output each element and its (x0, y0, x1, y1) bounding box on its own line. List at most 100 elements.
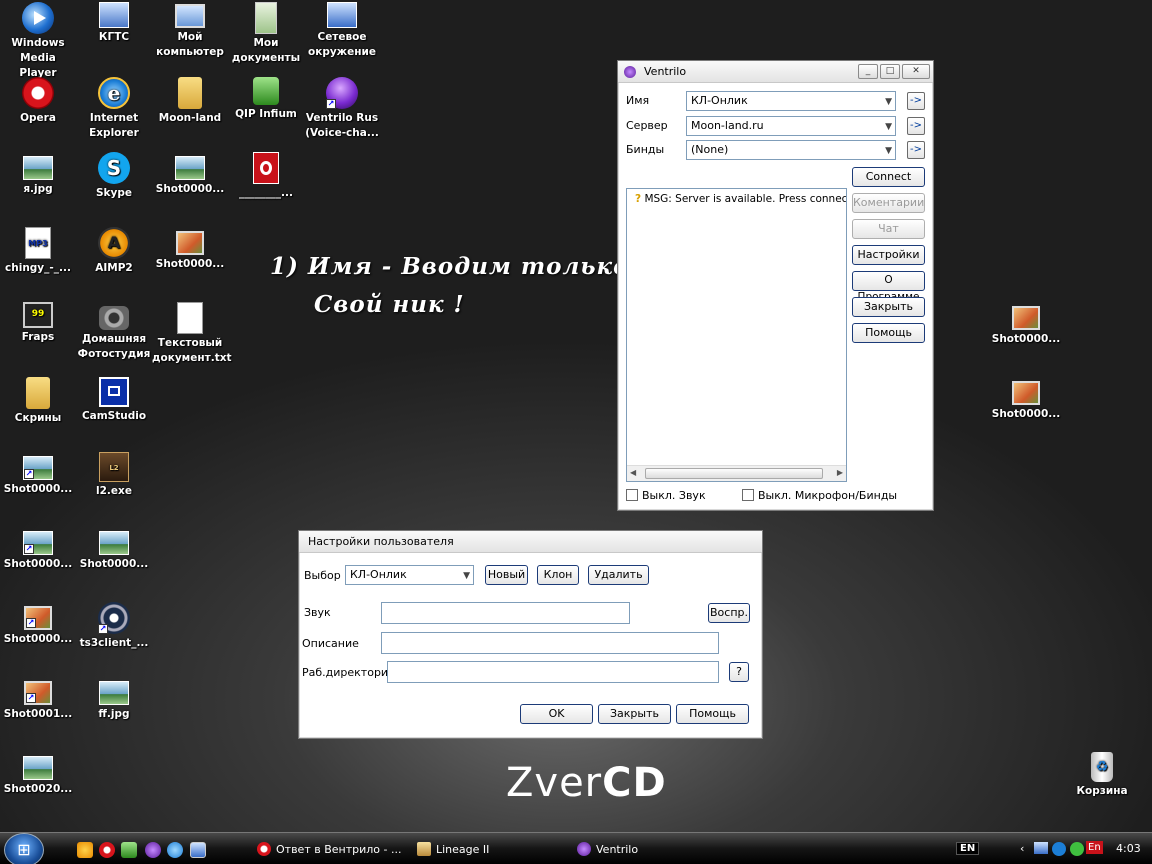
ok-button[interactable]: OK (520, 704, 593, 724)
icon-label: Shot0000... (155, 258, 225, 270)
desktop-icon-network-places[interactable]: Сетевое окружение (304, 2, 380, 60)
browse-button[interactable]: ? (729, 662, 749, 682)
dialog-close-button[interactable]: Закрыть (598, 704, 671, 724)
close-button[interactable]: Закрыть (852, 297, 925, 317)
desktop-icon-camstudio[interactable]: CamStudio (76, 377, 152, 424)
minimize-button[interactable]: _ (858, 64, 878, 79)
desktop-icon-shot-3[interactable]: ↗ Shot0000... (0, 602, 76, 647)
desktop-icon-moon-land[interactable]: Moon-land (152, 77, 228, 126)
desktop-icon-opera[interactable]: Opera (0, 77, 76, 126)
desktop-icon-shot-4[interactable]: ↗ Shot0001... (0, 677, 76, 722)
task-ventrilo[interactable]: Ventrilo (574, 837, 732, 863)
aimp-quicklaunch-icon[interactable] (77, 842, 93, 858)
show-desktop-icon[interactable] (190, 842, 206, 858)
desktop-icon-media-player[interactable]: Windows Media Player (0, 2, 76, 81)
ventrilo-titlebar[interactable]: Ventrilo _ □ ✕ (618, 61, 933, 83)
delete-profile-button[interactable]: Удалить (588, 565, 649, 585)
desktop-icon-chingy[interactable]: MP3 chingy_-_... (0, 227, 76, 276)
desktop-icon-ts3client[interactable]: ↗ ts3client_... (76, 602, 152, 651)
mute-sound-option[interactable]: Выкл. Звук (626, 489, 706, 502)
name-arrow-button[interactable]: -> (907, 92, 925, 110)
ie-quicklaunch-icon[interactable] (167, 842, 183, 858)
desktop-icon-qip[interactable]: QIP Infium (228, 77, 304, 122)
profile-combo[interactable]: КЛ-Онлик ▼ (345, 565, 474, 585)
play-sound-button[interactable]: Воспр. (708, 603, 750, 623)
desktop-icon-shot-right-2[interactable]: Shot0000... (988, 377, 1064, 422)
dialog-titlebar[interactable]: Настройки пользователя (299, 531, 762, 553)
desktop-icon-shot-right-1[interactable]: Shot0000... (988, 302, 1064, 347)
opera-file-icon (253, 152, 279, 184)
chevron-down-icon: ▼ (885, 146, 892, 156)
desktop-icon-fraps[interactable]: 99 Fraps (0, 302, 76, 345)
desktop-icon-internet-explorer[interactable]: e Internet Explorer (76, 77, 152, 141)
new-profile-button[interactable]: Новый (485, 565, 528, 585)
camstudio-icon (99, 377, 129, 407)
chat-button[interactable]: Чат (852, 219, 925, 239)
desktop-icon-skype[interactable]: S Skype (76, 152, 152, 201)
server-tree-panel[interactable]: ? MSG: Server is available. Press connec… (626, 188, 847, 482)
network-tray-icon[interactable] (1034, 842, 1048, 854)
desktop-icon-ventrilo-rus[interactable]: ↗ Ventrilo Rus (Voice-cha... (304, 77, 380, 141)
scroll-left-icon[interactable]: ◀ (630, 468, 636, 477)
server-label: Сервер (626, 119, 668, 132)
sound-input[interactable] (381, 602, 630, 624)
icon-label: КГТС (98, 31, 130, 43)
close-window-button[interactable]: ✕ (902, 64, 930, 79)
about-button[interactable]: О Программе (852, 271, 925, 303)
bluetooth-tray-icon[interactable] (1052, 842, 1066, 856)
desktop-icon-recycle-bin[interactable]: ♻ Корзина (1064, 752, 1140, 799)
desktop-icon-text-document[interactable]: Текстовый документ.txt (152, 302, 232, 366)
desktop-icon-my-computer[interactable]: Мой компьютер (152, 2, 228, 60)
dialog-help-button[interactable]: Помощь (676, 704, 749, 724)
description-input[interactable] (381, 632, 719, 654)
icon-label: l2.exe (96, 485, 132, 497)
scroll-right-icon[interactable]: ▶ (837, 468, 843, 477)
start-button[interactable]: ⊞ (4, 833, 44, 864)
desktop-icon-shot-6[interactable]: Shot0000... (76, 527, 152, 572)
server-combo[interactable]: Moon-land.ru ▼ (686, 116, 896, 136)
icon-label: Shot0000... (155, 183, 225, 195)
desktop-icon-photo-studio[interactable]: Домашняя Фотостудия (76, 302, 152, 362)
task-lineage[interactable]: Lineage II (414, 837, 572, 863)
mute-mic-checkbox[interactable] (742, 489, 754, 501)
desktop-icon-l2exe[interactable]: L2 l2.exe (76, 452, 152, 499)
mute-mic-option[interactable]: Выкл. Микрофон/Бинды (742, 489, 897, 502)
task-opera[interactable]: Ответ в Вентрило - ... (254, 837, 412, 863)
desktop-icon-shot-8[interactable]: Shot0000... (152, 227, 228, 272)
maximize-button[interactable]: □ (880, 64, 900, 79)
scroll-thumb[interactable] (645, 468, 823, 479)
desktop-icon-opera-file[interactable]: ________... (228, 152, 304, 201)
name-combo[interactable]: КЛ-Онлик ▼ (686, 91, 896, 111)
tray-expand-icon[interactable]: ‹ (1020, 842, 1024, 855)
desktop-icon-kgts[interactable]: КГТС (76, 2, 152, 45)
desktop-icon-shot-1[interactable]: ↗ Shot0000... (0, 452, 76, 497)
clone-profile-button[interactable]: Клон (537, 565, 579, 585)
icon-label: Корзина (1076, 785, 1128, 797)
desktop-icon-my-documents[interactable]: Мои документы (228, 2, 304, 66)
binds-combo[interactable]: (None) ▼ (686, 140, 896, 160)
desktop-icon-shot-2[interactable]: ↗ Shot0000... (0, 527, 76, 572)
qip-tray-icon[interactable] (1070, 842, 1084, 856)
binds-arrow-button[interactable]: -> (907, 141, 925, 159)
horizontal-scrollbar[interactable]: ◀ ▶ (627, 465, 846, 481)
comments-button[interactable]: Коментарии (852, 193, 925, 213)
settings-button[interactable]: Настройки (852, 245, 925, 265)
help-button[interactable]: Помощь (852, 323, 925, 343)
tray-language[interactable]: En (1086, 841, 1103, 854)
server-arrow-button[interactable]: -> (907, 117, 925, 135)
mute-sound-checkbox[interactable] (626, 489, 638, 501)
connect-button[interactable]: Connect (852, 167, 925, 187)
qip-quicklaunch-icon[interactable] (121, 842, 137, 858)
ventrilo-quicklaunch-icon[interactable] (145, 842, 161, 858)
desktop-icon-shot-7[interactable]: Shot0000... (152, 152, 228, 197)
desktop-icon-screens-folder[interactable]: Скрины (0, 377, 76, 426)
desktop-icon-ff-jpg[interactable]: ff.jpg (76, 677, 152, 722)
desktop-icon-aimp2[interactable]: A AIMP2 (76, 227, 152, 276)
ventrilo-icon: ↗ (326, 77, 358, 109)
opera-quicklaunch-icon[interactable] (99, 842, 115, 858)
desktop-icon-shot-5[interactable]: Shot0020... (0, 752, 76, 797)
workdir-input[interactable] (387, 661, 719, 683)
clock[interactable]: 4:03 (1116, 842, 1141, 855)
desktop-icon-ya-jpg[interactable]: я.jpg (0, 152, 76, 197)
language-indicator[interactable]: EN (956, 842, 980, 855)
